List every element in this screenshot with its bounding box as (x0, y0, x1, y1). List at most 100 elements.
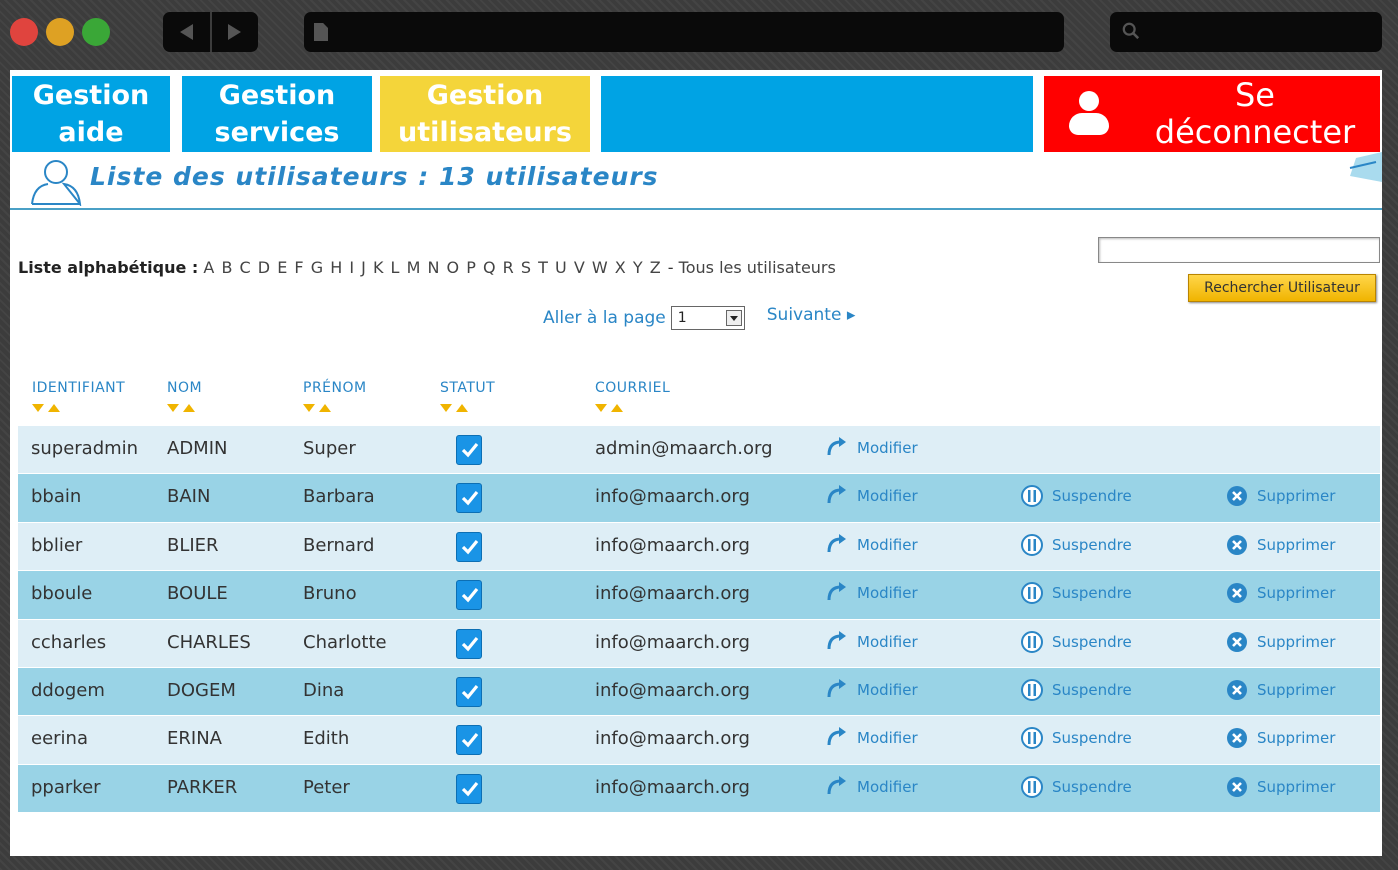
alphabet-letter-link[interactable]: F (294, 258, 303, 277)
alphabet-letter-link[interactable]: G (311, 258, 323, 277)
sort-nom-icon[interactable] (167, 404, 195, 412)
suspend-button[interactable]: Suspendre (1020, 484, 1132, 508)
modify-button[interactable]: Modifier (825, 678, 918, 702)
modify-button[interactable]: Modifier (825, 726, 918, 750)
check-icon (461, 781, 479, 797)
delete-button[interactable]: Supprimer (1225, 533, 1335, 557)
sort-statut-icon[interactable] (440, 404, 468, 412)
suspend-button[interactable]: Suspendre (1020, 678, 1132, 702)
pause-icon (1020, 678, 1044, 702)
delete-button[interactable]: Supprimer (1225, 726, 1335, 750)
cell-nom: BOULE (167, 583, 228, 605)
status-checkbox[interactable] (456, 435, 482, 465)
pause-icon (1020, 533, 1044, 557)
modify-button[interactable]: Modifier (825, 775, 918, 799)
alphabet-letter-link[interactable]: B (221, 258, 232, 277)
status-checkbox[interactable] (456, 483, 482, 514)
alphabet-letter-link[interactable]: N (427, 258, 439, 277)
delete-button[interactable]: Supprimer (1225, 484, 1335, 508)
suspend-button[interactable]: Suspendre (1020, 630, 1132, 654)
alphabet-letter-link[interactable]: P (466, 258, 476, 277)
tab-gestion-aide[interactable]: Gestion aide (12, 76, 170, 152)
modify-button[interactable]: Modifier (825, 630, 918, 654)
status-checkbox[interactable] (456, 725, 482, 756)
suspend-button[interactable]: Suspendre (1020, 775, 1132, 799)
delete-button[interactable]: Supprimer (1225, 630, 1335, 654)
alphabet-letter-link[interactable]: W (592, 258, 608, 277)
modify-button[interactable]: Modifier (825, 436, 918, 460)
column-header-nom[interactable]: NOM (167, 380, 202, 396)
delete-label: Supprimer (1257, 535, 1336, 554)
suspend-label: Suspendre (1052, 535, 1132, 554)
alphabet-letter-link[interactable]: O (447, 258, 460, 277)
alphabet-letter-link[interactable]: A (203, 258, 214, 277)
back-button[interactable] (163, 12, 212, 52)
search-user-button[interactable]: Rechercher Utilisateur (1188, 274, 1376, 302)
next-page-link[interactable]: Suivante ▸ (767, 305, 856, 325)
alphabet-letter-link[interactable]: H (330, 258, 342, 277)
suspend-button[interactable]: Suspendre (1020, 533, 1132, 557)
delete-button[interactable]: Supprimer (1225, 678, 1335, 702)
alphabet-letter-link[interactable]: S (521, 258, 531, 277)
alphabet-letter-link[interactable]: Z (650, 258, 661, 277)
status-checkbox[interactable] (456, 628, 482, 659)
close-icon (1225, 581, 1249, 605)
maximize-window-button[interactable] (82, 18, 110, 46)
modify-button[interactable]: Modifier (825, 533, 918, 557)
alphabet-letter-link[interactable]: I (349, 258, 354, 277)
close-window-button[interactable] (10, 18, 38, 46)
alphabet-letter-link[interactable]: U (555, 258, 567, 277)
modify-button[interactable]: Modifier (825, 484, 918, 508)
sort-prenom-icon[interactable] (303, 404, 331, 412)
column-header-prenom[interactable]: PRÉNOM (303, 380, 367, 396)
address-bar[interactable] (304, 12, 1064, 52)
minimize-window-button[interactable] (46, 18, 74, 46)
column-header-courriel[interactable]: COURRIEL (595, 380, 670, 396)
alphabet-letter-link[interactable]: J (361, 258, 366, 277)
alphabet-letter-link[interactable]: C (240, 258, 251, 277)
modify-arrow-icon (825, 678, 849, 702)
modify-button[interactable]: Modifier (825, 581, 918, 605)
logout-button[interactable]: Se déconnecter (1044, 76, 1380, 152)
alphabet-letter-link[interactable]: X (615, 258, 626, 277)
alphabet-letter-link[interactable]: D (258, 258, 270, 277)
all-users-link[interactable]: Tous les utilisateurs (679, 258, 836, 277)
sort-courriel-icon[interactable] (595, 404, 623, 412)
browser-search-bar[interactable] (1110, 12, 1382, 52)
alphabet-label: Liste alphabétique : (18, 258, 199, 277)
alphabet-letter-link[interactable]: R (503, 258, 514, 277)
delete-button[interactable]: Supprimer (1225, 775, 1335, 799)
user-search-input[interactable] (1098, 237, 1380, 263)
cell-nom: DOGEM (167, 679, 236, 701)
alphabet-letter-link[interactable]: K (373, 258, 384, 277)
alphabet-letter-link[interactable]: Y (633, 258, 643, 277)
delete-button[interactable]: Supprimer (1225, 581, 1335, 605)
modify-label: Modifier (857, 680, 918, 699)
alphabet-letter-link[interactable]: T (538, 258, 548, 277)
status-checkbox[interactable] (456, 676, 482, 707)
arrow-right-icon (228, 24, 242, 40)
page-select[interactable]: 1 (670, 306, 745, 330)
alphabet-letter-link[interactable]: V (574, 258, 585, 277)
suspend-button[interactable]: Suspendre (1020, 726, 1132, 750)
alphabet-letter-link[interactable]: L (391, 258, 400, 277)
column-header-statut[interactable]: STATUT (440, 380, 495, 396)
alphabet-letter-link[interactable]: E (277, 258, 287, 277)
cell-courriel: info@maarch.org (595, 679, 750, 701)
cell-prenom: Dina (303, 679, 345, 701)
tab-gestion-utilisateurs[interactable]: Gestion utilisateurs (380, 76, 590, 152)
cell-prenom: Charlotte (303, 631, 387, 653)
cell-courriel: info@maarch.org (595, 631, 750, 653)
alphabet-letter-link[interactable]: Q (483, 258, 496, 277)
suspend-button[interactable]: Suspendre (1020, 581, 1132, 605)
cell-prenom: Peter (303, 776, 350, 798)
status-checkbox[interactable] (456, 773, 482, 804)
column-header-identifiant[interactable]: IDENTIFIANT (32, 380, 125, 396)
status-checkbox[interactable] (456, 580, 482, 611)
check-icon (461, 733, 479, 748)
tab-gestion-services[interactable]: Gestion services (182, 76, 372, 152)
forward-button[interactable] (212, 12, 259, 52)
alphabet-letter-link[interactable]: M (407, 258, 421, 277)
sort-identifiant-icon[interactable] (32, 404, 60, 412)
status-checkbox[interactable] (456, 531, 482, 562)
